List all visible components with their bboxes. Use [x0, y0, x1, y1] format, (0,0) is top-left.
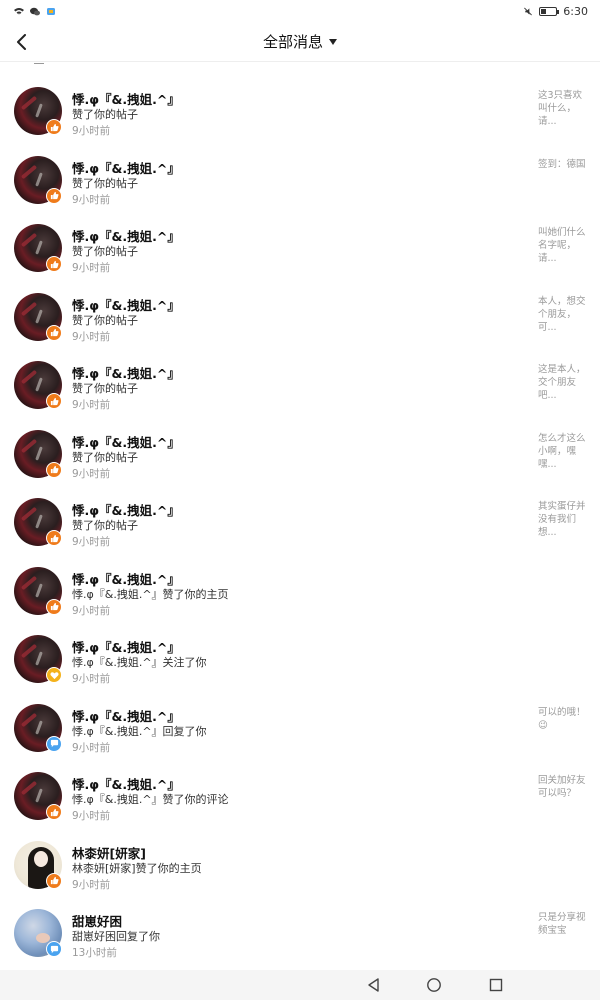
message-action: 林桼妍[妍家]赞了你的主页	[72, 861, 202, 875]
like-icon	[46, 393, 62, 409]
nav-back-icon[interactable]	[366, 977, 382, 993]
status-time: 6:30	[563, 4, 588, 18]
nav-recents-icon[interactable]	[488, 977, 504, 993]
chevron-left-icon	[17, 34, 26, 50]
message-action: 赞了你的帖子	[72, 108, 138, 121]
post-snippet[interactable]: 这是本人，交个朋友吧...	[538, 363, 588, 402]
like-icon	[46, 187, 62, 204]
page-title: 全部消息	[262, 33, 323, 51]
message-action: 悸.φ『&.拽姐.^』回复了你	[72, 724, 207, 738]
comment-icon	[46, 735, 62, 752]
message-row[interactable]: 悸.φ『&.拽姐.^』 赞了你的帖子 9小时前 叫她们什么名字呢，请...	[0, 204, 600, 274]
message-row[interactable]: 悸.φ『&.拽姐.^』 悸.φ『&.拽姐.^』赞了你的评论 9小时前 回关加好友…	[0, 752, 600, 822]
header: 全部消息	[0, 22, 600, 62]
message-row[interactable]: 悸.φ『&.拽姐.^』 赞了你的帖子 9小时前 其实蛋仔并没有我们想...	[0, 478, 600, 548]
post-snippet[interactable]: 只是分享视频宝宝	[538, 911, 588, 937]
message-row[interactable]: 悸.φ『&.拽姐.^』 赞了你的帖子 9小时前 这3只喜欢叫什么，请...	[0, 67, 600, 137]
message-row[interactable]: 悸.φ『&.拽姐.^』 赞了你的帖子 9小时前 签到：德国	[0, 136, 600, 206]
message-action: 悸.φ『&.拽姐.^』赞了你的评论	[72, 793, 229, 806]
wechat-icon	[30, 7, 40, 15]
like-icon	[46, 598, 62, 615]
status-right: 6:30	[523, 5, 588, 18]
like-icon	[46, 872, 62, 889]
back-button[interactable]	[10, 30, 34, 54]
post-snippet[interactable]: 可以的哦！😉	[538, 706, 588, 732]
like-icon	[46, 324, 62, 341]
message-action: 悸.φ『&.拽姐.^』赞了你的主页	[72, 587, 229, 601]
message-action: 赞了你的帖子	[72, 245, 138, 258]
status-left	[14, 7, 56, 16]
like-icon	[46, 256, 62, 272]
message-row[interactable]: 悸.φ『&.拽姐.^』 悸.φ『&.拽姐.^』回复了你 9小时前 可以的哦！😉	[0, 684, 600, 754]
message-action: 赞了你的帖子	[72, 382, 138, 395]
post-snippet[interactable]: 其实蛋仔并没有我们想...	[538, 500, 588, 539]
message-row[interactable]: 林桼妍[妍家] 林桼妍[妍家]赞了你的主页 9小时前	[0, 821, 600, 891]
message-action: 悸.φ『&.拽姐.^』关注了你	[72, 656, 207, 669]
comment-icon	[46, 941, 62, 957]
battery-icon	[539, 6, 560, 16]
heart-icon	[46, 667, 62, 683]
message-filter-dropdown[interactable]: 全部消息	[263, 31, 337, 52]
message-action: 赞了你的帖子	[72, 519, 138, 532]
message-list: 悸.φ『&.拽姐.^』 赞了你的帖子 9小时前 这3只喜欢叫什么，请... 悸.…	[0, 63, 600, 959]
message-row[interactable]: 甜崽好困 甜崽好困回复了你 13小时前 只是分享视频宝宝	[0, 889, 600, 959]
post-snippet[interactable]: 怎么才这么小啊，嘿嘿...	[538, 432, 588, 471]
message-row[interactable]: 悸.φ『&.拽姐.^』 悸.φ『&.拽姐.^』关注了你 9小时前	[0, 615, 600, 685]
system-nav-bar	[0, 970, 600, 1000]
message-action: 赞了你的帖子	[72, 450, 138, 464]
message-action: 赞了你的帖子	[72, 313, 138, 327]
like-icon	[46, 804, 62, 820]
like-icon	[46, 461, 62, 478]
nav-home-icon[interactable]	[426, 977, 442, 993]
message-row[interactable]: 悸.φ『&.拽姐.^』 赞了你的帖子 9小时前 这是本人，交个朋友吧...	[0, 341, 600, 411]
caret-down-icon	[329, 38, 337, 45]
message-action: 甜崽好困回复了你	[72, 930, 160, 943]
post-snippet[interactable]: 签到：德国	[538, 158, 588, 171]
status-bar: 6:30	[0, 0, 600, 22]
message-row[interactable]: 悸.φ『&.拽姐.^』 赞了你的帖子 9小时前 怎么才这么小啊，嘿嘿...	[0, 410, 600, 480]
post-snippet[interactable]: 叫她们什么名字呢，请...	[538, 226, 588, 265]
message-row[interactable]: 悸.φ『&.拽姐.^』 赞了你的帖子 9小时前 本人，想交个朋友，可...	[0, 273, 600, 343]
like-icon	[46, 119, 62, 135]
like-icon	[46, 530, 62, 546]
message-action: 赞了你的帖子	[72, 176, 138, 190]
post-snippet[interactable]: 回关加好友可以吗？	[538, 774, 588, 800]
post-snippet[interactable]: 这3只喜欢叫什么，请...	[538, 89, 588, 128]
post-snippet[interactable]: 本人，想交个朋友，可...	[538, 295, 588, 334]
message-time: 13小时前	[72, 947, 117, 959]
mute-icon	[524, 7, 533, 15]
app-notification-icon	[47, 7, 55, 15]
wifi-icon	[14, 7, 24, 15]
message-row[interactable]: 悸.φ『&.拽姐.^』 悸.φ『&.拽姐.^』赞了你的主页 9小时前	[0, 547, 600, 617]
